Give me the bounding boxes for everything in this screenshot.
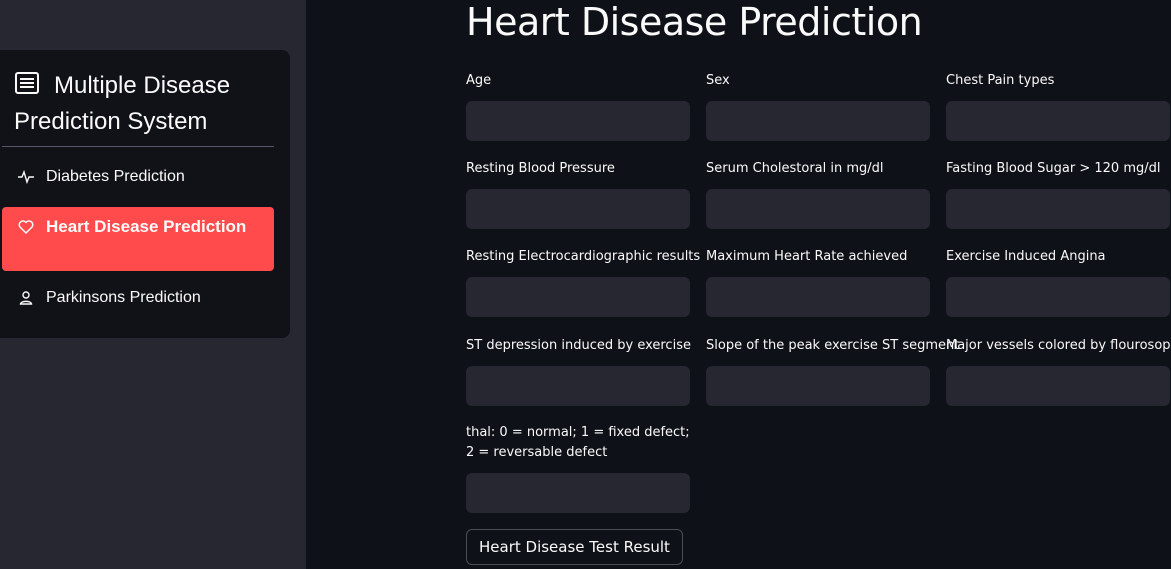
cholestoral-input[interactable]	[706, 189, 930, 229]
menu-item-heart-disease[interactable]: Heart Disease Prediction	[2, 207, 274, 271]
sidebar: Multiple Disease Prediction System Diabe…	[0, 0, 306, 569]
field-thal: thal: 0 = normal; 1 = fixed defect; 2 = …	[466, 423, 690, 513]
field-label: Age	[466, 73, 492, 88]
field-label: Slope of the peak exercise ST segment	[706, 338, 960, 353]
field-label: Exercise Induced Angina	[946, 249, 1106, 264]
menu-item-parkinsons[interactable]: Parkinsons Prediction	[2, 283, 274, 313]
menu-title: Multiple Disease Prediction System	[14, 72, 231, 135]
field-major-vessels: Major vessels colored by flourosopy	[946, 336, 1171, 406]
field-label: ST depression induced by exercise	[466, 338, 691, 353]
menu-item-diabetes[interactable]: Diabetes Prediction	[2, 162, 274, 192]
field-cholestoral: Serum Cholestoral in mg/dl	[706, 159, 930, 229]
main-content: Heart Disease Prediction Age Sex Chest P…	[306, 0, 1171, 569]
chest-pain-input[interactable]	[946, 101, 1170, 141]
st-depression-input[interactable]	[466, 366, 690, 406]
max-heart-rate-input[interactable]	[706, 277, 930, 317]
field-label: Fasting Blood Sugar > 120 mg/dl	[946, 161, 1161, 176]
field-fasting-sugar: Fasting Blood Sugar > 120 mg/dl	[946, 159, 1170, 229]
major-vessels-input[interactable]	[946, 366, 1170, 406]
field-label: Resting Blood Pressure	[466, 161, 615, 176]
option-menu: Multiple Disease Prediction System Diabe…	[0, 50, 290, 338]
field-st-depression: ST depression induced by exercise	[466, 336, 691, 406]
heart-disease-test-button[interactable]: Heart Disease Test Result	[466, 529, 683, 565]
field-exercise-angina: Exercise Induced Angina	[946, 247, 1170, 317]
thal-input[interactable]	[466, 473, 690, 513]
list-icon	[15, 72, 39, 94]
rest-ecg-input[interactable]	[466, 277, 690, 317]
field-label: Resting Electrocardiographic results	[466, 249, 701, 264]
person-icon	[19, 291, 33, 305]
menu-item-label: Heart Disease Prediction	[46, 217, 247, 236]
menu-item-label: Diabetes Prediction	[46, 168, 185, 185]
field-label: Serum Cholestoral in mg/dl	[706, 161, 884, 176]
field-st-slope: Slope of the peak exercise ST segment	[706, 336, 960, 406]
field-resting-bp: Resting Blood Pressure	[466, 159, 690, 229]
page-title: Heart Disease Prediction	[466, 0, 923, 44]
field-max-heart-rate: Maximum Heart Rate achieved	[706, 247, 930, 317]
resting-bp-input[interactable]	[466, 189, 690, 229]
age-input[interactable]	[466, 101, 690, 141]
activity-icon	[18, 169, 34, 185]
field-rest-ecg: Resting Electrocardiographic results	[466, 247, 701, 317]
field-label: Sex	[706, 73, 730, 88]
field-age: Age	[466, 71, 690, 141]
field-label: Maximum Heart Rate achieved	[706, 249, 908, 264]
field-chest-pain: Chest Pain types	[946, 71, 1170, 141]
sex-input[interactable]	[706, 101, 930, 141]
fasting-sugar-input[interactable]	[946, 189, 1170, 229]
field-label: Chest Pain types	[946, 73, 1055, 88]
menu-header: Multiple Disease Prediction System	[14, 68, 274, 140]
st-slope-input[interactable]	[706, 366, 930, 406]
field-sex: Sex	[706, 71, 930, 141]
field-label: thal: 0 = normal; 1 = fixed defect; 2 = …	[466, 425, 690, 460]
menu-divider	[2, 146, 274, 147]
exercise-angina-input[interactable]	[946, 277, 1170, 317]
menu-item-label: Parkinsons Prediction	[46, 289, 201, 306]
field-label: Major vessels colored by flourosopy	[946, 338, 1171, 353]
heart-icon	[18, 220, 34, 234]
